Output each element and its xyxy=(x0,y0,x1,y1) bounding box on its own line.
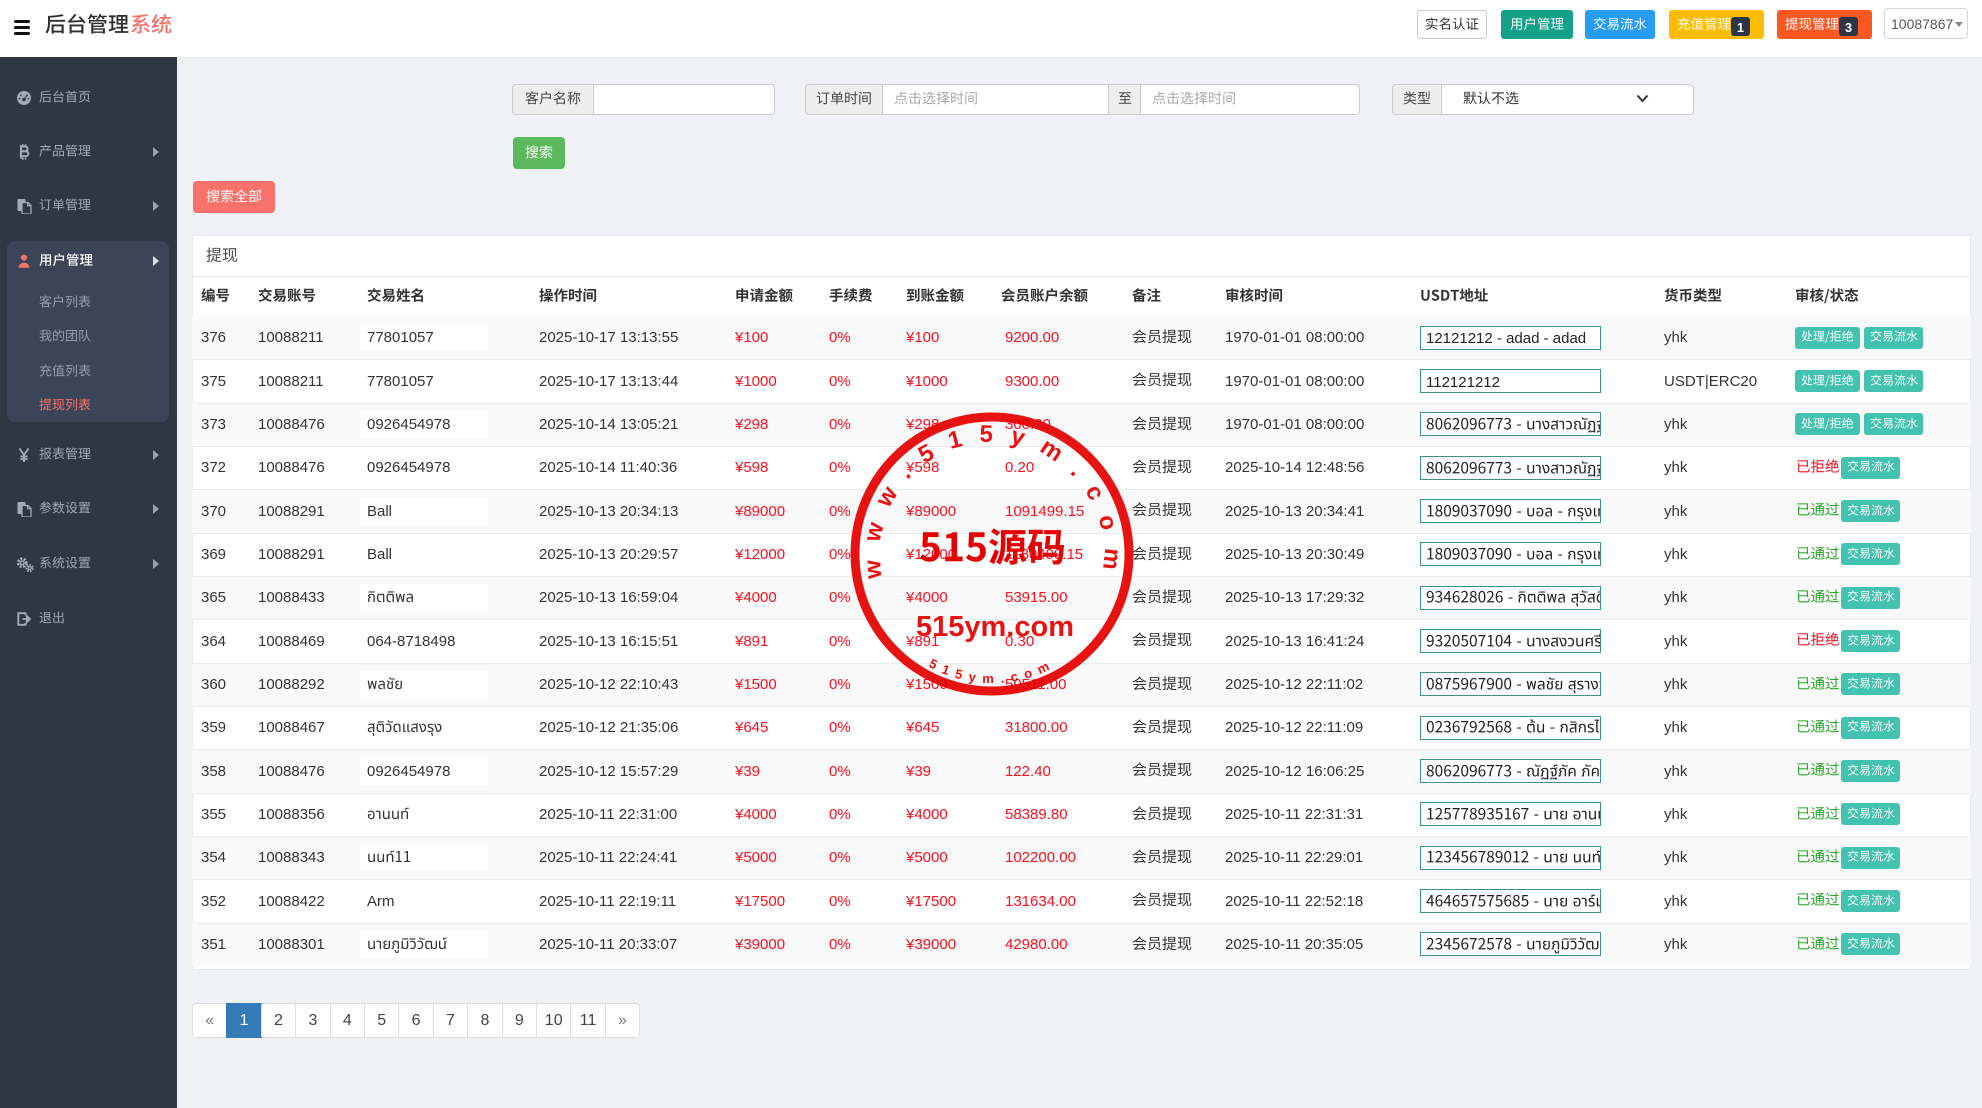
svg-text:515ym.com: 515ym.com xyxy=(916,611,1074,643)
